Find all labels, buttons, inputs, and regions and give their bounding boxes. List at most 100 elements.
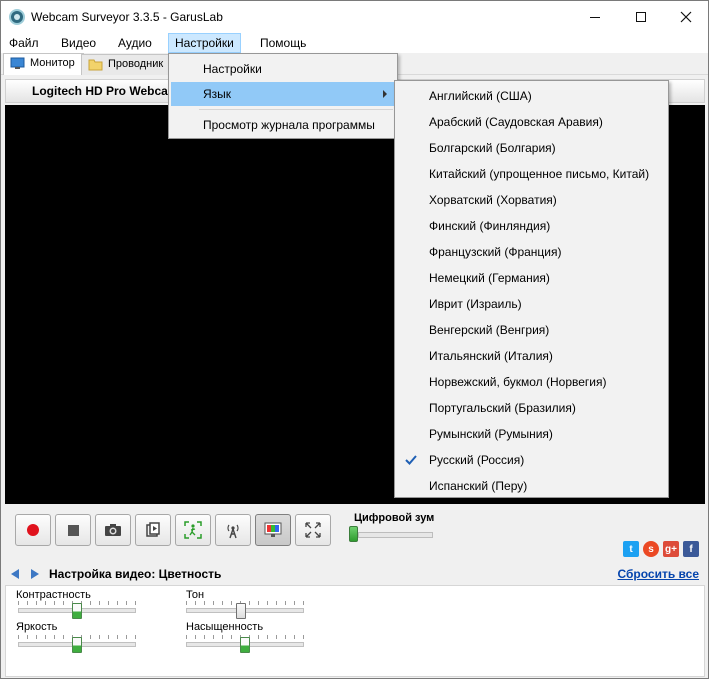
- stop-icon: [67, 524, 79, 536]
- menu-file[interactable]: Файл: [3, 33, 45, 53]
- menu-item-settings[interactable]: Настройки: [171, 57, 395, 81]
- menu-settings[interactable]: Настройки: [168, 33, 241, 53]
- contrast-slider-thumb[interactable]: [72, 603, 82, 619]
- language-option[interactable]: Немецкий (Германия): [397, 265, 666, 291]
- language-option[interactable]: Болгарский (Болгария): [397, 135, 666, 161]
- tab-monitor-label: Монитор: [30, 57, 75, 69]
- language-option[interactable]: Арабский (Саудовская Аравия): [397, 109, 666, 135]
- twitter-icon: t: [629, 543, 633, 555]
- digital-zoom-thumb[interactable]: [349, 526, 358, 542]
- saturation-slider-thumb[interactable]: [240, 637, 250, 653]
- language-option[interactable]: Английский (США): [397, 83, 666, 109]
- stumbleupon-icon: s: [648, 543, 654, 555]
- color-settings-icon: [264, 522, 282, 537]
- menu-audio[interactable]: Аудио: [112, 33, 158, 53]
- language-option[interactable]: Русский (Россия): [397, 447, 666, 473]
- menu-help[interactable]: Помощь: [254, 33, 312, 53]
- language-option[interactable]: Французский (Франция): [397, 239, 666, 265]
- facebook-button[interactable]: f: [683, 541, 699, 557]
- language-option-label: Финский (Финляндия): [429, 219, 551, 233]
- language-option-label: Хорватский (Хорватия): [429, 193, 557, 207]
- settings-dropdown-menu: Настройки Язык Просмотр журнала программ…: [168, 53, 398, 139]
- tab-monitor[interactable]: Монитор: [3, 53, 84, 75]
- language-option[interactable]: Финский (Финляндия): [397, 213, 666, 239]
- language-option-label: Испанский (Перу): [429, 479, 528, 493]
- checkmark-icon: [405, 455, 417, 465]
- reset-all-link[interactable]: Сбросить все: [618, 567, 700, 581]
- facebook-icon: f: [689, 543, 693, 555]
- language-option-label: Китайский (упрощенное письмо, Китай): [429, 167, 650, 181]
- language-option[interactable]: Норвежский, букмол (Норвегия): [397, 369, 666, 395]
- menu-item-view-log[interactable]: Просмотр журнала программы: [171, 113, 395, 137]
- saturation-label: Насыщенность: [186, 621, 264, 633]
- webcam-app-icon: [9, 9, 25, 25]
- maximize-button[interactable]: [618, 1, 664, 33]
- broadcast-icon: [227, 524, 239, 539]
- menu-bar: Файл Видео Аудио Настройки Помощь: [1, 33, 708, 53]
- motion-detect-button[interactable]: [175, 514, 211, 546]
- language-option-label: Английский (США): [429, 89, 532, 103]
- language-option-label: Венгерский (Венгрия): [429, 323, 550, 337]
- submenu-arrow-icon: [383, 90, 387, 98]
- language-option-label: Португальский (Бразилия): [429, 401, 576, 415]
- googleplus-icon: g+: [665, 543, 677, 555]
- minimize-icon: [590, 16, 600, 18]
- monitor-icon: [10, 57, 25, 69]
- language-option[interactable]: Хорватский (Хорватия): [397, 187, 666, 213]
- close-button[interactable]: [663, 1, 709, 33]
- language-option-label: Итальянский (Италия): [429, 349, 553, 363]
- window-title: Webcam Surveyor 3.3.5 - GarusLab: [31, 10, 223, 24]
- motion-detect-icon: [184, 521, 202, 539]
- title-bar: Webcam Surveyor 3.3.5 - GarusLab: [1, 1, 708, 33]
- language-option-label: Норвежский, букмол (Норвегия): [429, 375, 607, 389]
- language-option-label: Русский (Россия): [429, 453, 525, 467]
- twitter-button[interactable]: t: [623, 541, 639, 557]
- brightness-slider-thumb[interactable]: [72, 637, 82, 653]
- googleplus-button[interactable]: g+: [663, 541, 679, 557]
- language-option-label: Французский (Франция): [429, 245, 562, 259]
- language-option[interactable]: Румынский (Румыния): [397, 421, 666, 447]
- language-option[interactable]: Итальянский (Италия): [397, 343, 666, 369]
- language-option-label: Немецкий (Германия): [429, 271, 550, 285]
- tab-explorer[interactable]: Проводник: [81, 54, 173, 75]
- maximize-icon: [636, 12, 646, 22]
- playback-button[interactable]: [135, 514, 171, 546]
- language-submenu: Английский (США) Арабский (Саудовская Ара…: [394, 80, 669, 498]
- menu-separator: [199, 109, 393, 110]
- hue-slider-thumb[interactable]: [236, 603, 246, 619]
- settings-header: Настройка видео: Цветность Сбросить все: [5, 564, 705, 584]
- fullscreen-button[interactable]: [295, 514, 331, 546]
- color-settings-button[interactable]: [255, 514, 291, 546]
- minimize-button[interactable]: [572, 1, 618, 33]
- next-setting-icon[interactable]: [31, 569, 39, 579]
- language-option-label: Болгарский (Болгария): [429, 141, 556, 155]
- language-option[interactable]: Венгерский (Венгрия): [397, 317, 666, 343]
- language-option[interactable]: Испанский (Перу): [397, 473, 666, 499]
- record-icon: [27, 524, 39, 536]
- language-option[interactable]: Китайский (упрощенное письмо, Китай): [397, 161, 666, 187]
- digital-zoom-track[interactable]: [358, 532, 433, 538]
- snapshot-button[interactable]: [95, 514, 131, 546]
- settings-title: Настройка видео: Цветность: [49, 567, 222, 581]
- language-option-label: Иврит (Израиль): [429, 297, 522, 311]
- settings-panel: Контрастность Тон Яркость Насыщенность: [5, 585, 705, 677]
- brightness-label: Яркость: [16, 621, 58, 633]
- app-window: Webcam Surveyor 3.3.5 - GarusLab Файл Ви…: [0, 0, 709, 679]
- fullscreen-icon: [305, 522, 321, 538]
- language-option[interactable]: Иврит (Израиль): [397, 291, 666, 317]
- camera-icon: [105, 524, 121, 536]
- menu-video[interactable]: Видео: [55, 33, 102, 53]
- menu-item-language[interactable]: Язык: [171, 82, 395, 106]
- stumbleupon-button[interactable]: s: [643, 541, 659, 557]
- previous-setting-icon[interactable]: [11, 569, 19, 579]
- hue-label: Тон: [186, 589, 205, 601]
- broadcast-button[interactable]: [215, 514, 251, 546]
- digital-zoom-label: Цифровой зум: [354, 512, 435, 524]
- close-icon: [680, 11, 692, 23]
- menu-item-language-label: Язык: [203, 87, 232, 101]
- stop-button[interactable]: [55, 514, 91, 546]
- language-option-label: Румынский (Румыния): [429, 427, 553, 441]
- tab-explorer-label: Проводник: [108, 58, 164, 70]
- language-option[interactable]: Португальский (Бразилия): [397, 395, 666, 421]
- record-button[interactable]: [15, 514, 51, 546]
